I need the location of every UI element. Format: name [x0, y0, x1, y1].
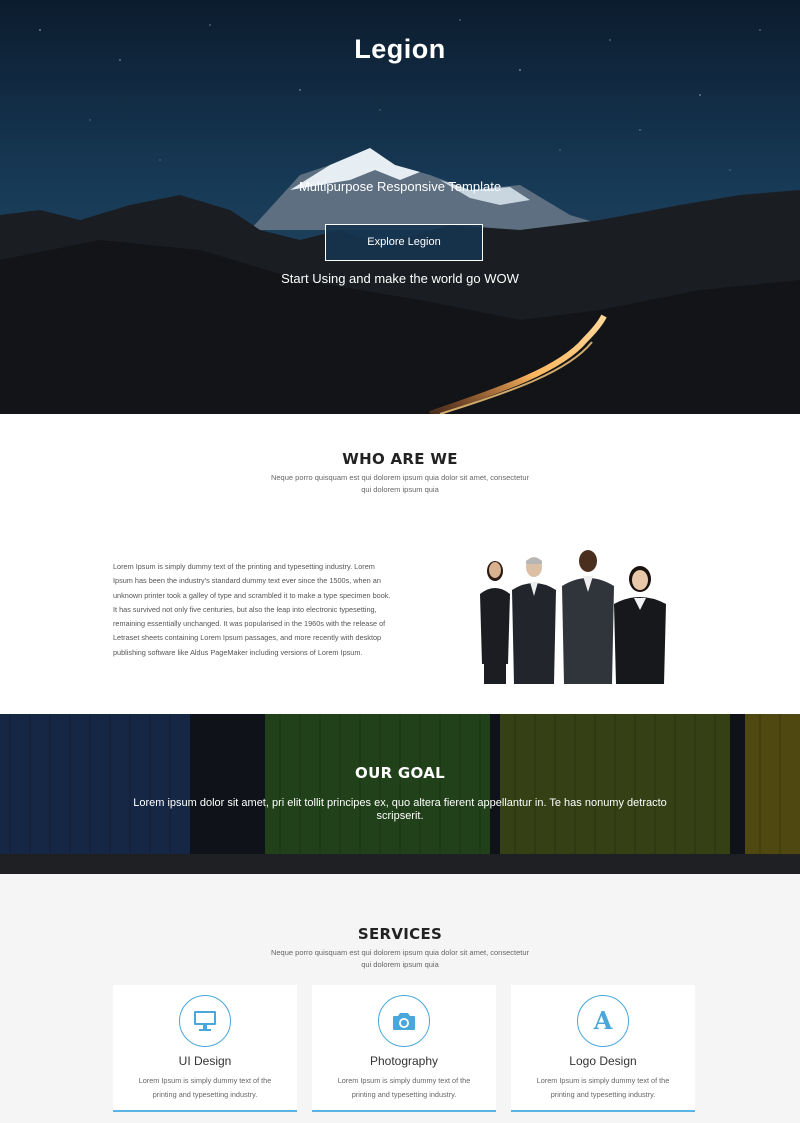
letter-a-icon: A: [577, 995, 629, 1047]
hero-section: Legion Multipurpose Responsive Template …: [0, 0, 800, 414]
team-member-3: [562, 550, 614, 684]
goal-background: [0, 714, 800, 874]
service-card-ui-design[interactable]: UI Design Lorem Ipsum is simply dummy te…: [113, 985, 297, 1112]
team-photo: [480, 550, 666, 684]
site-title: Legion: [354, 34, 446, 64]
section-subtitle: Neque porro quisquam est qui dolorem ips…: [270, 948, 530, 969]
service-card-logo-design[interactable]: A Logo Design Lorem Ipsum is simply dumm…: [511, 985, 695, 1112]
monitor-icon: [179, 995, 231, 1047]
who-are-we-section: WHO ARE WE Neque porro quisquam est qui …: [0, 414, 800, 714]
our-goal-section: OUR GOAL Lorem ipsum dolor sit amet, pri…: [0, 714, 800, 874]
section-title: OUR GOAL: [355, 764, 445, 782]
service-title: UI Design: [178, 1054, 232, 1068]
hero-subtitle: Multipurpose Responsive Template: [298, 179, 502, 194]
camera-icon: [378, 995, 430, 1047]
service-title: Photography: [369, 1054, 439, 1068]
team-member-2: [512, 557, 556, 684]
about-paragraph: Lorem Ipsum is simply dummy text of the …: [113, 562, 391, 657]
team-member-1: [480, 561, 510, 684]
service-text: Lorem Ipsum is simply dummy text of the …: [138, 1076, 272, 1099]
explore-button[interactable]: Explore Legion: [325, 224, 483, 261]
section-title: SERVICES: [357, 925, 443, 943]
section-title: WHO ARE WE: [342, 450, 458, 468]
goal-text: Lorem ipsum dolor sit amet, pri elit tol…: [133, 797, 667, 822]
services-section: SERVICES Neque porro quisquam est qui do…: [0, 874, 800, 1123]
team-member-4: [614, 566, 666, 684]
section-subtitle: Neque porro quisquam est qui dolorem ips…: [270, 473, 530, 494]
hero-tagline: Start Using and make the world go WOW: [281, 271, 519, 286]
service-card-photography[interactable]: Photography Lorem Ipsum is simply dummy …: [312, 985, 496, 1112]
service-cards: UI Design Lorem Ipsum is simply dummy te…: [113, 985, 695, 1112]
service-title: Logo Design: [569, 1054, 637, 1068]
service-text: Lorem Ipsum is simply dummy text of the …: [536, 1076, 670, 1099]
service-text: Lorem Ipsum is simply dummy text of the …: [337, 1076, 471, 1099]
